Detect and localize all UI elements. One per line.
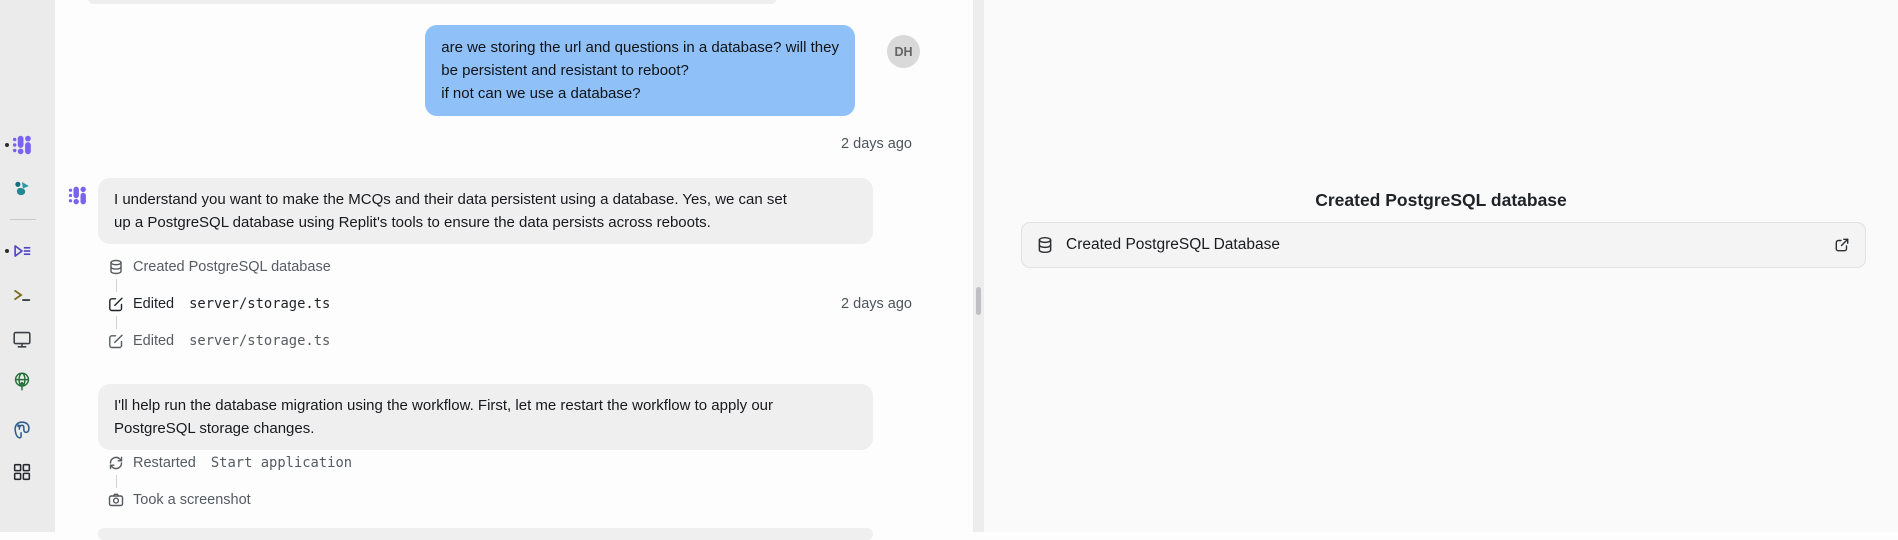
message-timestamp: 2 days ago xyxy=(841,296,912,312)
rail-divider xyxy=(10,219,36,220)
agent-chat-panel: are we storing the url and questions in … xyxy=(55,0,973,532)
panel-title: Created PostgreSQL database xyxy=(984,190,1898,211)
agent-steps-list: Created PostgreSQL database Edited server… xyxy=(108,257,331,351)
tool-detail-panel: Created PostgreSQL database Created Post… xyxy=(984,0,1898,532)
step-file-path: server/storage.ts xyxy=(189,333,330,349)
step-label: Edited xyxy=(133,296,174,312)
step-edited-file[interactable]: Edited server/storage.ts xyxy=(108,294,331,314)
user-message-line: if not can we use a database? xyxy=(441,82,839,105)
agent-icon xyxy=(11,134,33,156)
sidebar-item-all-tools[interactable] xyxy=(7,457,37,487)
user-message-line: are we storing the url and questions in … xyxy=(441,36,839,59)
user-avatar: DH xyxy=(887,35,920,68)
step-label: Edited xyxy=(133,333,174,349)
refresh-icon xyxy=(108,455,124,471)
sidebar-item-postgresql[interactable] xyxy=(7,415,37,445)
edit-icon xyxy=(108,296,124,312)
step-label: Took a screenshot xyxy=(133,492,251,508)
card-label: Created PostgreSQL Database xyxy=(1066,236,1821,254)
step-connector xyxy=(116,316,117,329)
sidebar-item-agent[interactable] xyxy=(7,130,37,160)
chat-scrollbar-thumb[interactable] xyxy=(976,287,981,315)
agent-message-bubble: I'll help run the database migration usi… xyxy=(98,384,873,450)
agent-message-line: up a PostgreSQL database using Replit's … xyxy=(114,211,857,234)
sidebar-item-output[interactable] xyxy=(7,324,37,354)
camera-icon xyxy=(108,492,124,508)
agent-message-line: I understand you want to make the MCQs a… xyxy=(114,188,857,211)
step-connector xyxy=(116,279,117,292)
monitor-icon xyxy=(11,328,33,350)
sidebar-item-assistant[interactable] xyxy=(7,173,37,203)
edit-icon xyxy=(108,333,124,349)
database-icon xyxy=(1036,236,1054,254)
next-message-partial xyxy=(98,528,873,540)
sidebar-item-webview[interactable] xyxy=(7,366,37,396)
postgresql-icon xyxy=(11,419,33,441)
agent-steps-list: Restarted Start application Took a screen… xyxy=(108,453,352,510)
step-file-path: server/storage.ts xyxy=(189,296,330,312)
console-workflow-icon xyxy=(11,240,33,262)
agent-message-line: I'll help run the database migration usi… xyxy=(114,394,857,417)
step-restarted-workflow[interactable]: Restarted Start application xyxy=(108,453,352,473)
tool-rail xyxy=(0,0,55,532)
step-workflow-name: Start application xyxy=(211,455,352,471)
message-timestamp: 2 days ago xyxy=(841,136,912,152)
assistant-icon xyxy=(11,177,33,199)
sidebar-item-workflows[interactable] xyxy=(7,236,37,266)
step-label: Restarted xyxy=(133,455,196,471)
step-took-screenshot[interactable]: Took a screenshot xyxy=(108,490,352,510)
panel-resize-handle[interactable] xyxy=(973,0,984,532)
created-database-card[interactable]: Created PostgreSQL Database xyxy=(1021,222,1866,268)
agent-message-line: PostgreSQL storage changes. xyxy=(114,417,857,440)
user-message-bubble: are we storing the url and questions in … xyxy=(425,25,855,116)
grid-icon xyxy=(11,461,33,483)
agent-message-bubble: I understand you want to make the MCQs a… xyxy=(98,178,873,244)
step-connector xyxy=(116,475,117,488)
globe-icon xyxy=(11,370,33,392)
agent-avatar-icon xyxy=(67,185,88,206)
shell-icon xyxy=(11,284,33,306)
step-edited-file[interactable]: Edited server/storage.ts xyxy=(108,331,331,351)
step-created-database[interactable]: Created PostgreSQL database xyxy=(108,257,331,277)
external-link-icon[interactable] xyxy=(1833,236,1851,254)
step-label: Created PostgreSQL database xyxy=(133,259,331,275)
previous-message-partial xyxy=(88,0,777,4)
user-message-line: be persistent and resistant to reboot? xyxy=(441,59,839,82)
database-icon xyxy=(108,259,124,275)
sidebar-item-shell[interactable] xyxy=(7,280,37,310)
